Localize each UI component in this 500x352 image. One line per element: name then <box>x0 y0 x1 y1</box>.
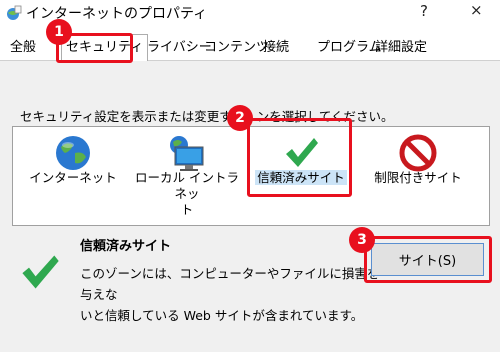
tab-programs[interactable]: プログラム <box>317 37 382 59</box>
internet-options-icon <box>7 5 22 20</box>
highlight-trusted-sites <box>247 118 352 197</box>
zone-description: このゾーンには、コンピューターやファイルに損害を与えな いと信頼している Web… <box>80 266 380 323</box>
selected-zone-title: 信頼済みサイト <box>80 239 172 254</box>
intranet-icon <box>170 136 204 171</box>
zone-internet-label: インターネット <box>29 170 117 185</box>
tab-connections[interactable]: 接続 <box>263 37 289 59</box>
tab-advanced[interactable]: 詳細設定 <box>375 37 427 59</box>
zone-restricted-sites-label: 制限付きサイト <box>374 170 462 185</box>
restricted-icon <box>399 134 437 172</box>
zone-restricted-sites[interactable]: 制限付きサイト <box>363 127 473 227</box>
highlight-sites-button <box>364 236 492 283</box>
step-badge-1: 1 <box>46 19 72 45</box>
zone-local-intranet-label: ローカル イントラネッ ト <box>135 170 239 217</box>
tab-content[interactable]: コンテンツ <box>204 37 269 59</box>
help-button[interactable]: ? <box>420 2 428 20</box>
globe-icon <box>56 136 90 170</box>
step-badge-3: 3 <box>349 227 375 253</box>
green-checkmark-icon <box>22 255 59 289</box>
step-badge-2: 2 <box>227 105 253 131</box>
title-bar: インターネットのプロパティ ? × <box>0 0 500 28</box>
tab-general[interactable]: 全般 <box>10 37 36 59</box>
zone-local-intranet[interactable]: ローカル イントラネッ ト <box>131 127 243 227</box>
close-button[interactable]: × <box>470 1 483 19</box>
zone-internet[interactable]: インターネット <box>23 127 123 227</box>
